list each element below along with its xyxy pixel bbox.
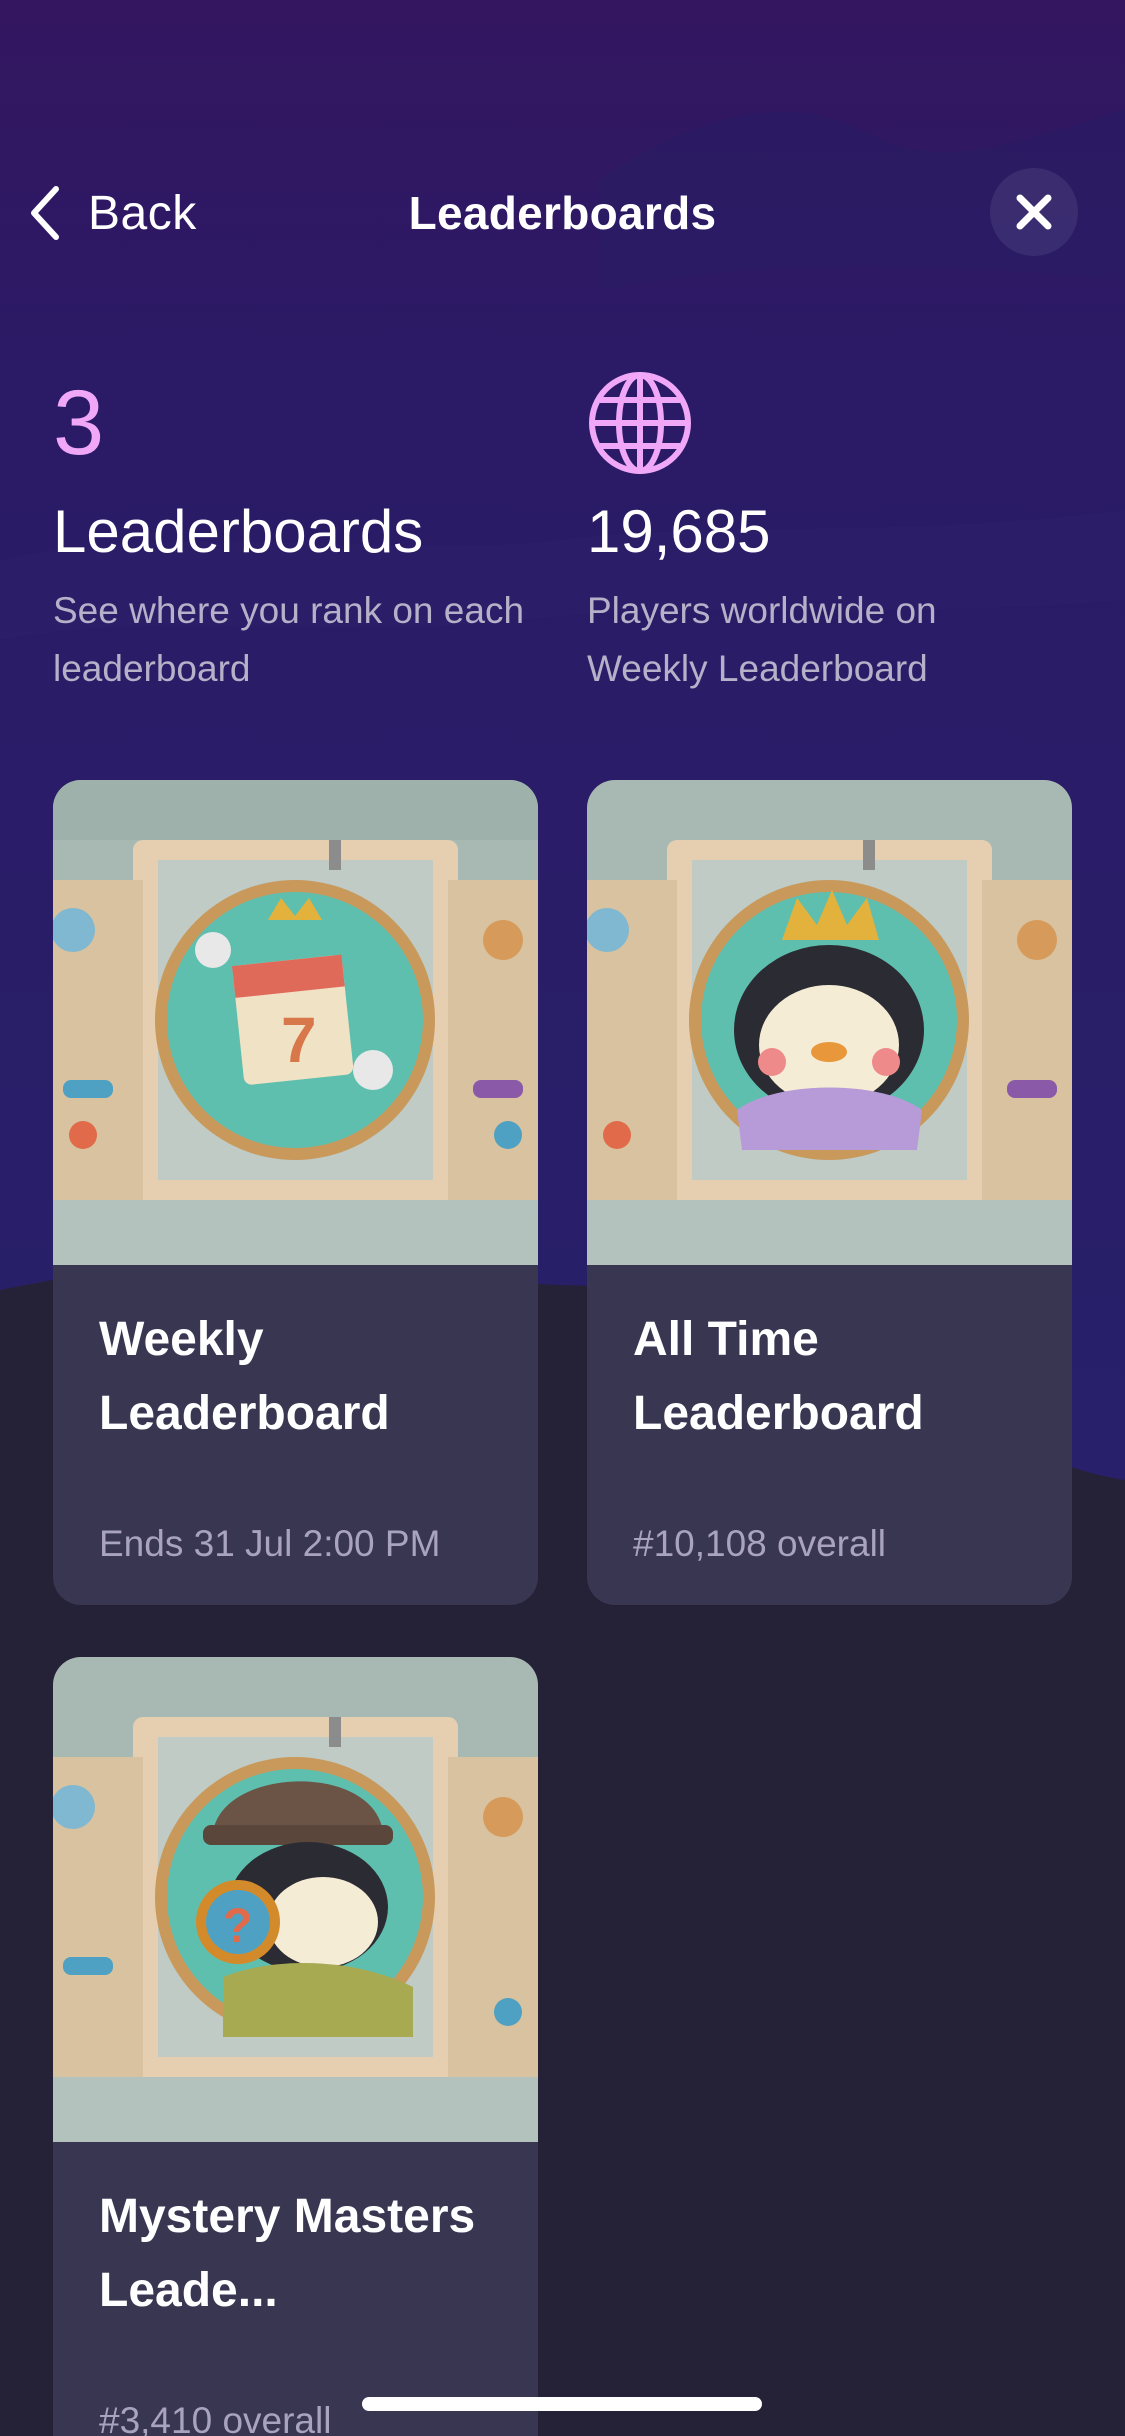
card-subtitle: #10,108 overall: [633, 1523, 887, 1564]
players-count: 19,685: [587, 498, 771, 565]
weekly-leaderboard-card[interactable]: 7 Weekly Leaderboard Ends 31 Jul 2:00 PM: [53, 780, 538, 1605]
card-body: All Time Leaderboard #10,108 overall: [587, 1265, 1072, 1605]
card-title: Weekly Leaderboard: [99, 1313, 390, 1440]
svg-text:7: 7: [281, 1004, 317, 1076]
card-subtitle: #3,410 overall: [99, 2400, 332, 2436]
players-stat: 19,685 Players worldwide on Weekly Leade…: [587, 368, 1067, 698]
leaderboard-count-number: 3: [53, 372, 105, 474]
players-description: Players worldwide on Weekly Leaderboard: [587, 590, 937, 689]
penguin-king-embroidery-image: [587, 780, 1072, 1265]
all-time-leaderboard-card[interactable]: All Time Leaderboard #10,108 overall: [587, 780, 1072, 1605]
nav-header: Back Leaderboards: [0, 150, 1125, 275]
card-body: Mystery Masters Leade... #3,410 overall: [53, 2142, 538, 2436]
leaderboard-count-label: Leaderboards: [53, 498, 424, 565]
leaderboard-count-description: See where you rank on each leaderboard: [53, 590, 525, 689]
card-subtitle: Ends 31 Jul 2:00 PM: [99, 1523, 441, 1564]
close-icon: [1016, 194, 1052, 230]
close-button[interactable]: [990, 168, 1078, 256]
card-title: Mystery Masters Leade...: [99, 2190, 476, 2317]
card-title: All Time Leaderboard: [633, 1313, 924, 1440]
home-indicator[interactable]: [362, 2397, 762, 2411]
globe-icon: [589, 372, 691, 474]
calendar-crown-embroidery-image: 7: [53, 780, 538, 1265]
page-title: Leaderboards: [408, 187, 717, 239]
leaderboard-count-stat: 3 Leaderboards See where you rank on eac…: [53, 368, 533, 698]
mystery-masters-leaderboard-card[interactable]: ? Mystery Masters Leade... #3,410 overal…: [53, 1657, 538, 2436]
penguin-detective-embroidery-image: ?: [53, 1657, 538, 2142]
svg-text:?: ?: [223, 1900, 252, 1953]
card-body: Weekly Leaderboard Ends 31 Jul 2:00 PM: [53, 1265, 538, 1605]
